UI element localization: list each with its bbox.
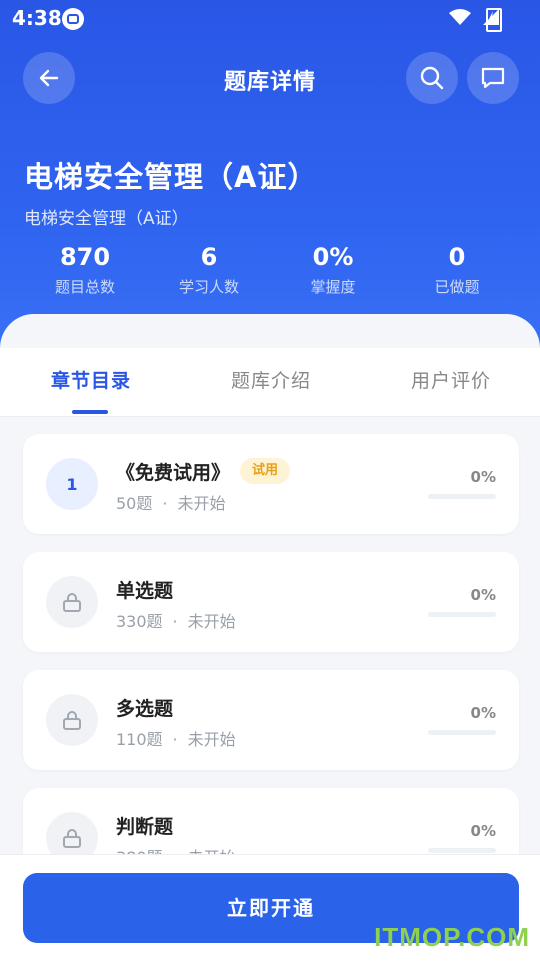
stat-mastery: 0% 掌握度 xyxy=(263,242,403,297)
stat-value: 6 xyxy=(200,243,218,271)
status-time: 4:38 xyxy=(12,6,62,30)
page-title: 题库详情 xyxy=(223,70,316,95)
question-count: 50题 xyxy=(116,494,153,513)
lock-badge xyxy=(46,576,98,628)
stat-learners: 6 学习人数 xyxy=(139,242,279,297)
chat-bubble-icon xyxy=(481,67,505,89)
bank-title: 电梯安全管理（A证） xyxy=(24,160,318,194)
chapter-meta: 50题 · 未开始 xyxy=(116,490,225,514)
tab-chapters[interactable]: 章节目录 xyxy=(51,366,131,393)
progress-bar xyxy=(428,494,496,499)
app-notification-icon xyxy=(62,8,84,30)
stats-row: 870 题目总数 6 学习人数 0% 掌握度 0 已做题 xyxy=(0,242,540,302)
chapter-title: 《免费试用》 xyxy=(116,462,231,484)
lock-icon xyxy=(63,829,81,848)
progress-bar xyxy=(428,848,496,853)
question-count: 330题 xyxy=(116,612,163,631)
search-icon xyxy=(420,66,444,90)
meta-separator: · xyxy=(162,494,168,513)
chapter-title: 判断题 xyxy=(116,816,174,838)
chapter-status: 未开始 xyxy=(187,730,236,749)
stat-label: 题目总数 xyxy=(54,278,115,296)
chapter-status: 未开始 xyxy=(187,612,236,631)
chapter-title: 多选题 xyxy=(116,698,174,720)
chapter-percent: 0% xyxy=(470,822,496,840)
stat-total-questions: 870 题目总数 xyxy=(15,242,155,297)
meta-separator: · xyxy=(172,612,178,631)
battery-icon xyxy=(486,8,502,32)
chapter-title: 单选题 xyxy=(116,580,174,602)
chapter-item-trial[interactable]: 1 《免费试用》 试用 50题 · 未开始 0% xyxy=(23,434,519,534)
progress-bar xyxy=(428,612,496,617)
lock-badge xyxy=(46,694,98,746)
question-count: 110题 xyxy=(116,730,163,749)
lock-icon xyxy=(63,593,81,612)
stat-value: 0% xyxy=(312,243,354,271)
stat-value: 0 xyxy=(448,243,466,271)
chapter-meta: 110题 · 未开始 xyxy=(116,726,236,750)
tab-bar: 章节目录 题库介绍 用户评价 xyxy=(0,348,540,417)
message-button[interactable] xyxy=(467,52,519,104)
search-button[interactable] xyxy=(406,52,458,104)
tab-intro[interactable]: 题库介绍 xyxy=(231,366,311,393)
progress-bar xyxy=(428,730,496,735)
status-bar: 4:38 xyxy=(0,0,540,36)
chapter-item-multiple-choice[interactable]: 多选题 110题 · 未开始 0% xyxy=(23,670,519,770)
lock-icon xyxy=(63,711,81,730)
chapter-meta: 330题 · 未开始 xyxy=(116,608,236,632)
chapter-item-single-choice[interactable]: 单选题 330题 · 未开始 0% xyxy=(23,552,519,652)
chapter-status: 未开始 xyxy=(177,494,226,513)
stat-done: 0 已做题 xyxy=(387,242,527,297)
active-tab-indicator xyxy=(72,410,108,414)
stat-label: 学习人数 xyxy=(178,278,239,296)
watermark: ITMOP.COM xyxy=(374,922,530,952)
meta-separator: · xyxy=(172,730,178,749)
chapter-percent: 0% xyxy=(470,704,496,722)
wifi-icon xyxy=(449,9,471,25)
trial-badge: 试用 xyxy=(240,458,291,484)
chapter-percent: 0% xyxy=(470,468,496,486)
tab-reviews[interactable]: 用户评价 xyxy=(411,366,491,393)
nav-bar: 题库详情 xyxy=(0,52,540,108)
stat-label: 已做题 xyxy=(434,278,480,296)
chapter-index: 1 xyxy=(46,458,98,510)
stat-label: 掌握度 xyxy=(310,278,356,296)
stat-value: 870 xyxy=(59,243,111,271)
chapter-percent: 0% xyxy=(470,586,496,604)
bank-subtitle: 电梯安全管理（A证） xyxy=(24,209,189,229)
